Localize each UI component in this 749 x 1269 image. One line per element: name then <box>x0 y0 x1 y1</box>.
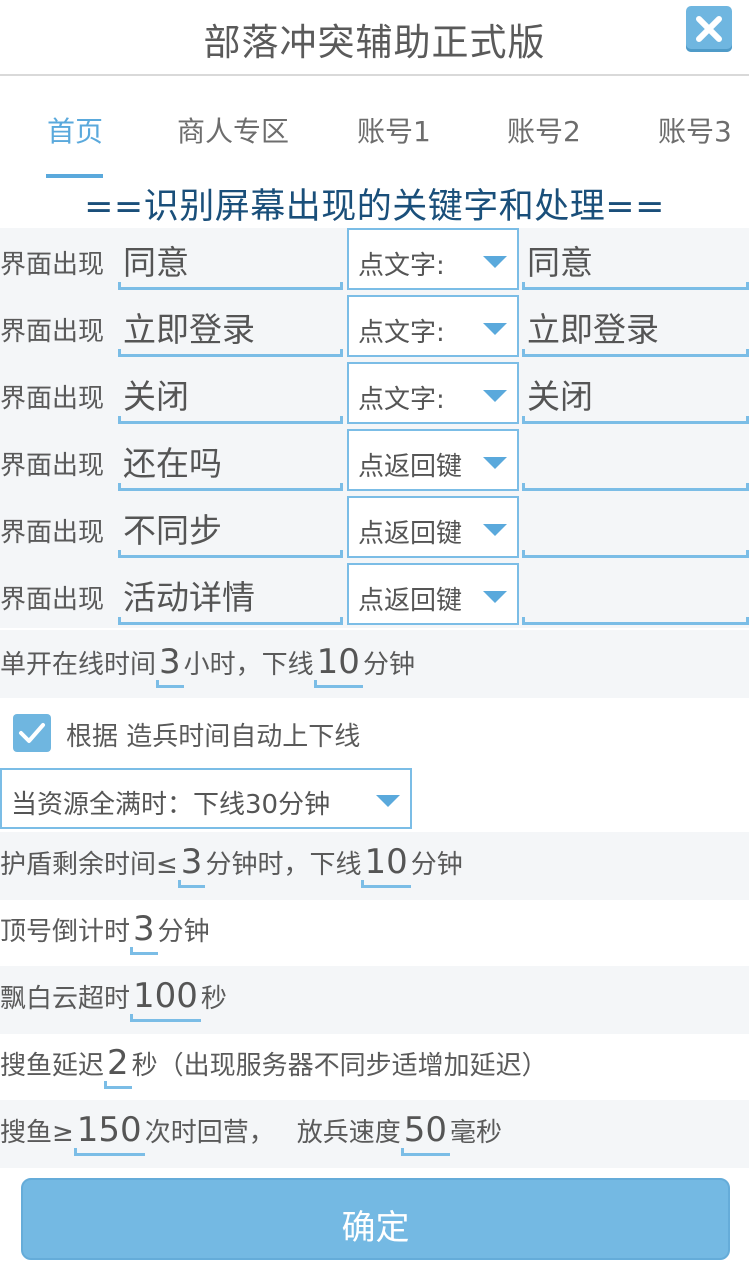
dropdown-arrow-icon <box>483 591 507 603</box>
minutes-unit: 分钟 <box>157 917 210 947</box>
section-heading: ==识别屏幕出现的关键字和处理== <box>84 187 665 227</box>
milliseconds-unit: 毫秒 <box>450 1118 503 1148</box>
search-limit-row: 搜鱼≥150 次时回营， 放兵速度50 毫秒 <box>0 1110 503 1156</box>
rule-target-field[interactable] <box>522 563 749 625</box>
tab-merchant[interactable]: 商人专区 <box>177 110 289 150</box>
window-title: 部落冲突辅助正式版 <box>203 21 546 64</box>
rule-keyword-field[interactable]: 关闭 <box>118 362 343 424</box>
resource-full-value: 当资源全满时：下线30分钟 <box>11 790 331 820</box>
tab-bar: 首页 商人专区 账号1 账号2 账号3 <box>0 90 749 180</box>
search-delay-note: 秒（出现服务器不同步适增加延迟） <box>131 1051 548 1081</box>
rule-action-select[interactable]: 点文字: <box>347 228 519 290</box>
search-limit-label: 搜鱼≥ <box>0 1118 74 1148</box>
search-delay-label: 搜鱼延迟 <box>0 1051 105 1081</box>
close-icon <box>696 16 722 42</box>
deploy-speed-input[interactable]: 50 <box>400 1110 451 1156</box>
rule-action-value: 点文字: <box>358 385 445 415</box>
rule-keyword-field[interactable]: 立即登录 <box>118 295 343 357</box>
rule-prefix: 界面出现 <box>0 585 105 615</box>
top-countdown-input[interactable]: 3 <box>130 909 158 955</box>
close-button[interactable] <box>686 6 732 52</box>
rule-action-select[interactable]: 点返回键 <box>347 496 519 558</box>
seconds-unit: 秒 <box>200 984 227 1014</box>
resource-full-select[interactable]: 当资源全满时：下线30分钟 <box>0 768 412 829</box>
rule-action-value: 点返回键 <box>358 586 463 616</box>
rule-target-value: 立即登录 <box>527 310 659 349</box>
return-label: 次时回营， <box>144 1118 275 1148</box>
rule-target-field[interactable] <box>522 496 749 558</box>
rule-prefix: 界面出现 <box>0 317 105 347</box>
rule-action-value: 点文字: <box>358 318 445 348</box>
dropdown-arrow-icon <box>483 256 507 268</box>
rule-prefix: 界面出现 <box>0 451 105 481</box>
dropdown-arrow-icon <box>483 390 507 402</box>
rule-keyword-field[interactable]: 活动详情 <box>118 563 343 625</box>
online-time-label: 单开在线时间 <box>0 650 157 680</box>
shield-offline-label: 分钟时，下线 <box>205 850 362 880</box>
rule-keyword-value: 关闭 <box>123 377 189 416</box>
search-count-input[interactable]: 150 <box>73 1110 145 1156</box>
minutes-unit: 分钟 <box>362 650 415 680</box>
tab-home[interactable]: 首页 <box>47 110 103 150</box>
tab-account-3[interactable]: 账号3 <box>658 110 732 150</box>
dropdown-arrow-icon <box>483 323 507 335</box>
confirm-label: 确定 <box>341 1208 410 1248</box>
checkmark-icon <box>19 723 45 743</box>
rule-action-select[interactable]: 点返回键 <box>347 563 519 625</box>
rule-action-select[interactable]: 点文字: <box>347 295 519 357</box>
search-delay-input[interactable]: 2 <box>104 1043 132 1089</box>
rule-target-field[interactable] <box>522 429 749 491</box>
rule-action-select[interactable]: 点返回键 <box>347 429 519 491</box>
deploy-speed-label: 放兵速度 <box>296 1118 401 1148</box>
rule-target-value: 同意 <box>527 243 593 282</box>
shield-offline-minutes-input[interactable]: 10 <box>361 842 411 888</box>
confirm-button[interactable]: 确定 <box>21 1178 730 1260</box>
rule-keyword-value: 不同步 <box>123 511 222 550</box>
search-delay-row: 搜鱼延迟2 秒（出现服务器不同步适增加延迟） <box>0 1043 548 1089</box>
dropdown-arrow-icon <box>483 524 507 536</box>
rule-target-field[interactable]: 立即登录 <box>522 295 749 357</box>
online-hours-input[interactable]: 3 <box>156 642 184 688</box>
rule-action-value: 点文字: <box>358 251 445 281</box>
rule-target-field[interactable]: 同意 <box>522 228 749 290</box>
rule-keyword-field[interactable]: 还在吗 <box>118 429 343 491</box>
rule-keyword-field[interactable]: 不同步 <box>118 496 343 558</box>
dropdown-arrow-icon <box>376 795 400 807</box>
rule-keyword-value: 还在吗 <box>123 444 222 483</box>
tab-account-1[interactable]: 账号1 <box>357 110 431 150</box>
cloud-timeout-label: 飘白云超时 <box>0 984 131 1014</box>
shield-row: 护盾剩余时间≤3 分钟时，下线10 分钟 <box>0 842 463 888</box>
top-countdown-label: 顶号倒计时 <box>0 917 131 947</box>
rule-action-value: 点返回键 <box>358 452 463 482</box>
auto-online-checkbox[interactable] <box>13 714 51 752</box>
top-countdown-row: 顶号倒计时3 分钟 <box>0 909 210 955</box>
dropdown-arrow-icon <box>483 457 507 469</box>
cloud-timeout-input[interactable]: 100 <box>130 976 201 1022</box>
rule-target-value: 关闭 <box>527 377 593 416</box>
tab-account-2[interactable]: 账号2 <box>507 110 581 150</box>
rule-prefix: 界面出现 <box>0 518 105 548</box>
offline-label: 小时，下线 <box>183 650 314 680</box>
shield-label: 护盾剩余时间≤ <box>0 850 178 880</box>
minutes-unit: 分钟 <box>410 850 463 880</box>
cloud-timeout-row: 飘白云超时100 秒 <box>0 976 227 1022</box>
rule-keyword-value: 活动详情 <box>123 578 255 617</box>
rule-keyword-value: 立即登录 <box>123 310 255 349</box>
rule-prefix: 界面出现 <box>0 384 105 414</box>
rule-target-field[interactable]: 关闭 <box>522 362 749 424</box>
title-bar: 部落冲突辅助正式版 <box>0 0 749 76</box>
rule-prefix: 界面出现 <box>0 250 105 280</box>
shield-minutes-input[interactable]: 3 <box>177 842 206 888</box>
rule-action-value: 点返回键 <box>358 519 463 549</box>
rule-keyword-field[interactable]: 同意 <box>118 228 343 290</box>
rule-keyword-value: 同意 <box>123 243 189 282</box>
online-time-row: 单开在线时间3 小时，下线10 分钟 <box>0 642 415 688</box>
offline-minutes-input[interactable]: 10 <box>313 642 364 688</box>
rule-action-select[interactable]: 点文字: <box>347 362 519 424</box>
auto-online-label: 根据 造兵时间自动上下线 <box>66 722 361 752</box>
